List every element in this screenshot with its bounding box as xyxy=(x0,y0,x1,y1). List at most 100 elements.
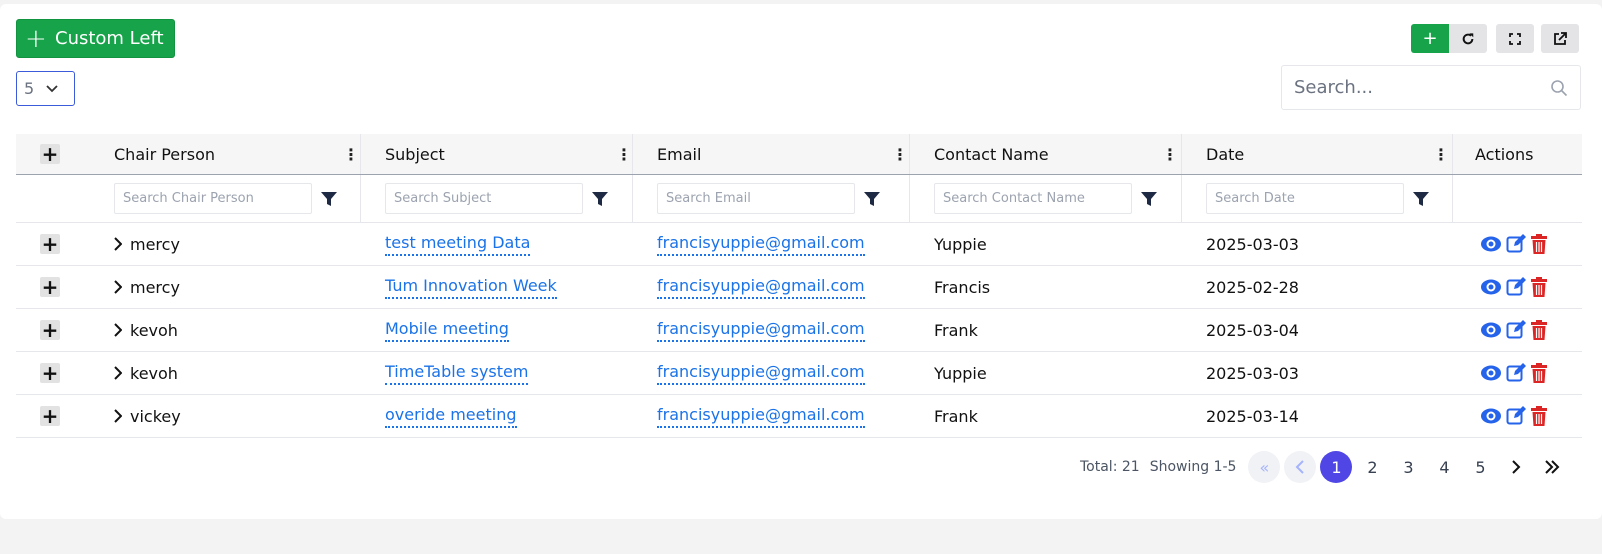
column-header-chair-person[interactable]: Chair Person xyxy=(114,145,215,164)
view-icon[interactable] xyxy=(1480,407,1502,425)
cell-contact-name: Yuppie xyxy=(934,234,987,254)
total-count: Total: 21 xyxy=(1080,459,1140,475)
cell-email-link[interactable]: francisyuppie@gmail.com xyxy=(657,362,865,385)
cell-chair-person: kevoh xyxy=(130,363,178,383)
open-external-button[interactable] xyxy=(1541,24,1579,53)
cell-contact-name: Francis xyxy=(934,277,991,297)
chevron-right-icon[interactable] xyxy=(114,366,122,380)
page-size-select[interactable]: 5 xyxy=(16,71,75,106)
first-page-button[interactable]: « xyxy=(1248,451,1281,483)
expand-row-button[interactable]: + xyxy=(40,234,60,254)
chevron-right-icon[interactable] xyxy=(114,237,122,251)
plus-icon: + xyxy=(41,232,59,256)
double-chevron-right-icon xyxy=(1545,460,1560,474)
add-refresh-group: + xyxy=(1411,24,1487,53)
cell-email-link[interactable]: francisyuppie@gmail.com xyxy=(657,405,865,428)
custom-left-label: Custom Left xyxy=(55,28,164,49)
filter-icon[interactable] xyxy=(1413,191,1429,207)
cell-email-link[interactable]: francisyuppie@gmail.com xyxy=(657,276,865,299)
edit-icon[interactable] xyxy=(1506,363,1526,383)
filter-icon[interactable] xyxy=(864,191,880,207)
table-row[interactable]: + mercy test meeting Data francisyuppie@… xyxy=(16,223,1582,266)
prev-page-button[interactable] xyxy=(1284,451,1317,483)
column-menu-icon[interactable]: ⋮ xyxy=(892,145,908,164)
chevron-down-icon xyxy=(46,84,58,92)
expand-row-button[interactable]: + xyxy=(40,320,60,340)
cell-email-link[interactable]: francisyuppie@gmail.com xyxy=(657,233,865,256)
column-header-contact-name[interactable]: Contact Name xyxy=(934,145,1049,164)
column-header-email[interactable]: Email xyxy=(657,145,701,164)
cell-subject-link[interactable]: test meeting Data xyxy=(385,233,531,256)
page-button-1[interactable]: 1 xyxy=(1320,451,1353,483)
edit-icon[interactable] xyxy=(1506,277,1526,297)
filter-icon[interactable] xyxy=(592,191,608,207)
column-header-subject[interactable]: Subject xyxy=(385,145,445,164)
chevron-right-icon[interactable] xyxy=(114,280,122,294)
expand-all-button[interactable]: + xyxy=(40,144,60,164)
edit-icon[interactable] xyxy=(1506,406,1526,426)
search-icon xyxy=(1551,79,1568,96)
trash-icon[interactable] xyxy=(1530,363,1548,383)
column-menu-icon[interactable]: ⋮ xyxy=(1162,145,1178,164)
cell-chair-person: vickey xyxy=(130,406,181,426)
last-page-button[interactable] xyxy=(1536,451,1568,483)
add-row-button[interactable]: + xyxy=(1411,24,1449,53)
filter-icon[interactable] xyxy=(321,191,337,207)
filter-email-input[interactable] xyxy=(657,183,855,214)
table-row[interactable]: + kevoh Mobile meeting francisyuppie@gma… xyxy=(16,309,1582,352)
column-header-date[interactable]: Date xyxy=(1206,145,1244,164)
refresh-button[interactable] xyxy=(1449,24,1487,53)
next-page-button[interactable] xyxy=(1500,451,1532,483)
global-search xyxy=(1281,65,1581,110)
table-header-row: + Chair Person ⋮ Subject ⋮ Email ⋮ Conta… xyxy=(16,134,1582,175)
custom-left-button[interactable]: + Custom Left xyxy=(16,19,175,58)
page-button-5[interactable]: 5 xyxy=(1464,451,1496,483)
filter-date-input[interactable] xyxy=(1206,183,1404,214)
view-icon[interactable] xyxy=(1480,364,1502,382)
external-link-icon xyxy=(1554,31,1567,45)
page-button-2[interactable]: 2 xyxy=(1356,451,1388,483)
plus-icon: + xyxy=(41,142,59,166)
column-menu-icon[interactable]: ⋮ xyxy=(616,145,632,164)
chevron-right-icon[interactable] xyxy=(114,409,122,423)
filter-chair-person-input[interactable] xyxy=(114,183,312,214)
view-icon[interactable] xyxy=(1480,321,1502,339)
table-row[interactable]: + kevoh TimeTable system francisyuppie@g… xyxy=(16,352,1582,395)
chevron-right-icon xyxy=(1512,460,1521,474)
view-icon[interactable] xyxy=(1480,278,1502,296)
view-icon[interactable] xyxy=(1480,235,1502,253)
search-input[interactable] xyxy=(1294,77,1550,98)
filter-contact-name-input[interactable] xyxy=(934,183,1132,214)
edit-icon[interactable] xyxy=(1506,234,1526,254)
table-row[interactable]: + mercy Tum Innovation Week francisyuppi… xyxy=(16,266,1582,309)
cell-subject-link[interactable]: Mobile meeting xyxy=(385,319,509,342)
cell-chair-person: kevoh xyxy=(130,320,178,340)
trash-icon[interactable] xyxy=(1530,277,1548,297)
fullscreen-icon xyxy=(1509,32,1521,45)
trash-icon[interactable] xyxy=(1530,406,1548,426)
table-card: + Custom Left + 5 + Chair Pers xyxy=(0,4,1602,519)
page-button-3[interactable]: 3 xyxy=(1392,451,1424,483)
cell-subject-link[interactable]: overide meeting xyxy=(385,405,517,428)
table-row[interactable]: + vickey overide meeting francisyuppie@g… xyxy=(16,395,1582,438)
filter-icon[interactable] xyxy=(1141,191,1157,207)
cell-subject-link[interactable]: Tum Innovation Week xyxy=(385,276,557,299)
cell-date: 2025-03-04 xyxy=(1206,320,1299,340)
page-button-4[interactable]: 4 xyxy=(1428,451,1460,483)
filter-subject-input[interactable] xyxy=(385,183,583,214)
expand-row-button[interactable]: + xyxy=(40,277,60,297)
refresh-icon xyxy=(1462,32,1474,44)
cell-date: 2025-02-28 xyxy=(1206,277,1299,297)
cell-email-link[interactable]: francisyuppie@gmail.com xyxy=(657,319,865,342)
trash-icon[interactable] xyxy=(1530,320,1548,340)
column-menu-icon[interactable]: ⋮ xyxy=(1433,145,1449,164)
plus-icon: + xyxy=(41,318,59,342)
expand-row-button[interactable]: + xyxy=(40,406,60,426)
expand-row-button[interactable]: + xyxy=(40,363,60,383)
edit-icon[interactable] xyxy=(1506,320,1526,340)
column-menu-icon[interactable]: ⋮ xyxy=(343,145,359,164)
chevron-right-icon[interactable] xyxy=(114,323,122,337)
trash-icon[interactable] xyxy=(1530,234,1548,254)
fullscreen-button[interactable] xyxy=(1496,24,1534,53)
cell-subject-link[interactable]: TimeTable system xyxy=(385,362,529,385)
